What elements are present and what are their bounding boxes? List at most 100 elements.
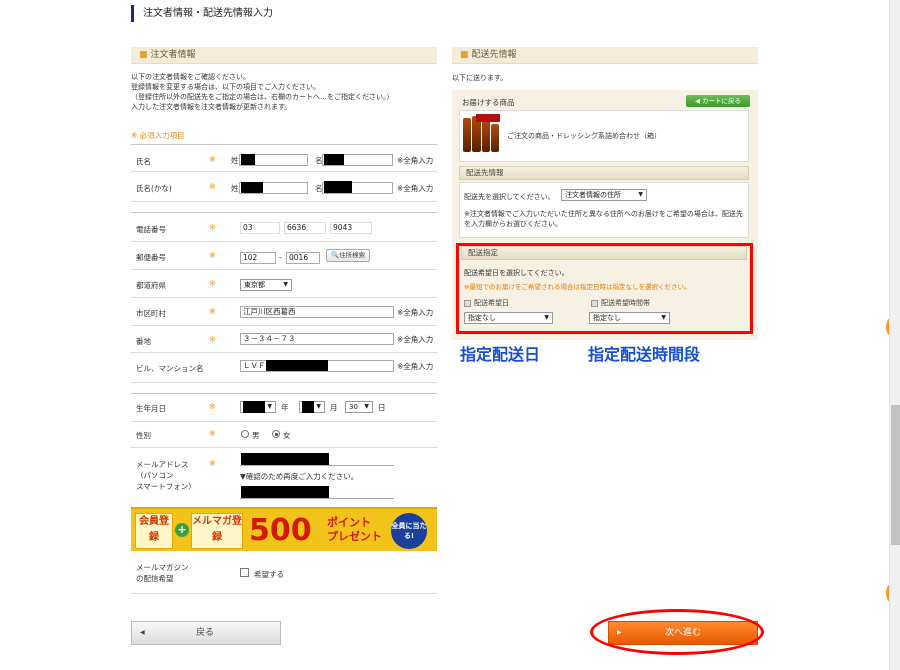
page-title: 注文者情報・配送先情報入力: [131, 5, 273, 22]
orderer-section-heading: ■ 注文者情報: [131, 47, 437, 64]
delivery-highlight-box: [456, 243, 753, 334]
chevron-down-icon: ▼: [638, 191, 643, 198]
gender-female-label: 女: [283, 431, 291, 440]
phone-input-1[interactable]: 03: [240, 222, 280, 234]
postal-row: 郵便番号 ※: [131, 242, 437, 270]
phone-label: 電話番号: [136, 225, 166, 234]
intro-line: 登録情報を変更する場合は、以下の項目でご入力ください。: [131, 83, 320, 91]
item-description: ご注文の商品・ドレッシング系詰め合わせ（箱）: [507, 132, 661, 140]
required-mark: ※: [209, 155, 216, 164]
redacted-block: [241, 486, 329, 498]
name-label: 氏名: [136, 157, 151, 166]
newsletter-option-label: 希望する: [254, 570, 284, 579]
fullwidth-hint: ※全角入力: [397, 308, 434, 317]
fullwidth-hint: ※全角入力: [397, 362, 434, 371]
vertical-scrollbar[interactable]: [889, 0, 900, 670]
back-button-label: 戻る: [196, 628, 215, 638]
scrollbar-thumb[interactable]: [891, 405, 900, 545]
divider: [131, 393, 437, 394]
postal-input-2[interactable]: 0016: [286, 252, 320, 264]
bullet-icon: ■: [139, 50, 148, 60]
redacted-block: [243, 401, 265, 413]
prefecture-label: 都道府県: [136, 281, 166, 290]
gender-male-radio[interactable]: [241, 430, 249, 438]
required-mark: ※: [209, 182, 216, 191]
destination-note: ※注文者情報でご入力いただいた住所と異なる住所へのお届けをご希望の場合は、配送先…: [464, 210, 743, 228]
annotation-delivery-date: 指定配送日: [460, 345, 541, 364]
postal-separator: -: [279, 253, 282, 262]
banner-circle-badge: 全員に当たる!: [391, 513, 427, 549]
year-suffix: 年: [281, 403, 289, 412]
required-mark: ※: [209, 429, 216, 438]
annotation-delivery-time: 指定配送時間段: [588, 345, 701, 364]
required-note: ※ 必須入力項目: [131, 131, 185, 140]
email-label: メールアドレス （パソコン スマートフォン）: [136, 460, 196, 491]
month-suffix: 月: [330, 403, 338, 412]
fullwidth-hint: ※全角入力: [397, 156, 434, 165]
phone-input-2[interactable]: 6636: [284, 222, 326, 234]
membership-banner[interactable]: 会員登録 + メルマガ登録 500 ポイント プレゼント 全員に当たる!: [131, 507, 437, 551]
gender-male-label: 男: [252, 431, 260, 440]
prefecture-select[interactable]: 東京都 ▼: [240, 279, 292, 291]
postal-input-1[interactable]: 102: [240, 252, 276, 264]
redacted-block: [324, 154, 344, 165]
search-icon: 🔍: [331, 251, 340, 259]
city-input[interactable]: 江戸川区西葛西: [240, 306, 394, 318]
required-mark: ※: [209, 459, 216, 468]
shipping-heading-text: 配送先情報: [471, 50, 517, 60]
intro-line: 入力した注文者情報を注文者情報が更新されます。: [131, 103, 292, 111]
city-label: 市区町村: [136, 309, 166, 318]
orderer-heading-text: 注文者情報: [150, 50, 196, 60]
plus-icon: +: [175, 523, 189, 537]
street-label: 番地: [136, 337, 151, 346]
gender-label: 性別: [136, 431, 151, 440]
required-mark: ※: [209, 251, 216, 260]
banner-points-text: ポイント プレゼント: [327, 516, 382, 543]
intro-line: （登録住所以外の配送先をご指定の場合は、右欄のカートへ…をご指定ください。）: [131, 93, 394, 101]
destination-subheading: 配送先情報: [459, 166, 749, 180]
destination-select[interactable]: 注文者情報の住所 ▼: [561, 189, 647, 201]
redacted-block: [302, 401, 314, 413]
newsletter-checkbox[interactable]: [240, 568, 249, 577]
next-button-highlight: [590, 609, 764, 655]
day-suffix: 日: [378, 403, 386, 412]
newsletter-label: メールマガジン の配信希望: [136, 563, 189, 583]
postal-label: 郵便番号: [136, 253, 166, 262]
street-input[interactable]: ３－３４－７３: [240, 333, 394, 345]
redacted-block: [241, 453, 329, 465]
sei-label: 姓: [231, 184, 239, 193]
arrow-left-icon: ◀: [140, 629, 145, 636]
address-search-button[interactable]: 🔍住所検索: [326, 249, 371, 262]
sei-label: 姓: [231, 156, 239, 165]
required-mark: ※: [209, 307, 216, 316]
required-mark: ※: [209, 335, 216, 344]
items-heading: お届けする商品: [462, 98, 515, 107]
birth-day-select[interactable]: 30 ▼: [345, 401, 373, 413]
kana-label: 氏名(かな): [136, 184, 172, 193]
birthday-label: 生年月日: [136, 404, 166, 413]
email-confirm-note: ▼確認のため再度ご入力ください。: [240, 472, 359, 481]
banner-member-badge: 会員登録: [135, 513, 173, 549]
redacted-block: [241, 154, 255, 165]
arrow-left-icon: ◀: [694, 97, 703, 105]
back-to-cart-button[interactable]: ◀ カートに戻る: [686, 95, 750, 107]
orderer-intro: 以下の注文者情報をご確認ください。 登録情報を変更する場合は、以下の項目でご入力…: [131, 72, 431, 112]
destination-label: 配送先を選択してください。: [464, 193, 555, 201]
intro-line: 以下の注文者情報をご確認ください。: [131, 73, 250, 81]
bullet-icon: ■: [460, 50, 469, 60]
required-mark: ※: [209, 279, 216, 288]
divider: [131, 212, 437, 213]
shipping-note: 以下に送ります。: [452, 74, 508, 82]
banner-points: 500: [249, 513, 312, 548]
back-button[interactable]: ◀ 戻る: [131, 621, 281, 645]
gender-female-radio[interactable]: [272, 430, 280, 438]
chevron-down-icon: ▼: [364, 403, 369, 410]
banner-mailmag-badge: メルマガ登録: [191, 513, 243, 549]
phone-input-3[interactable]: 9043: [330, 222, 372, 234]
chevron-down-icon: ▼: [267, 403, 272, 410]
shipping-section-heading: ■ 配送先情報: [452, 47, 758, 64]
fullwidth-hint: ※全角入力: [397, 184, 434, 193]
redacted-block: [266, 360, 328, 371]
fullwidth-hint: ※全角入力: [397, 335, 434, 344]
newsletter-row: メールマガジン の配信希望: [131, 554, 437, 594]
